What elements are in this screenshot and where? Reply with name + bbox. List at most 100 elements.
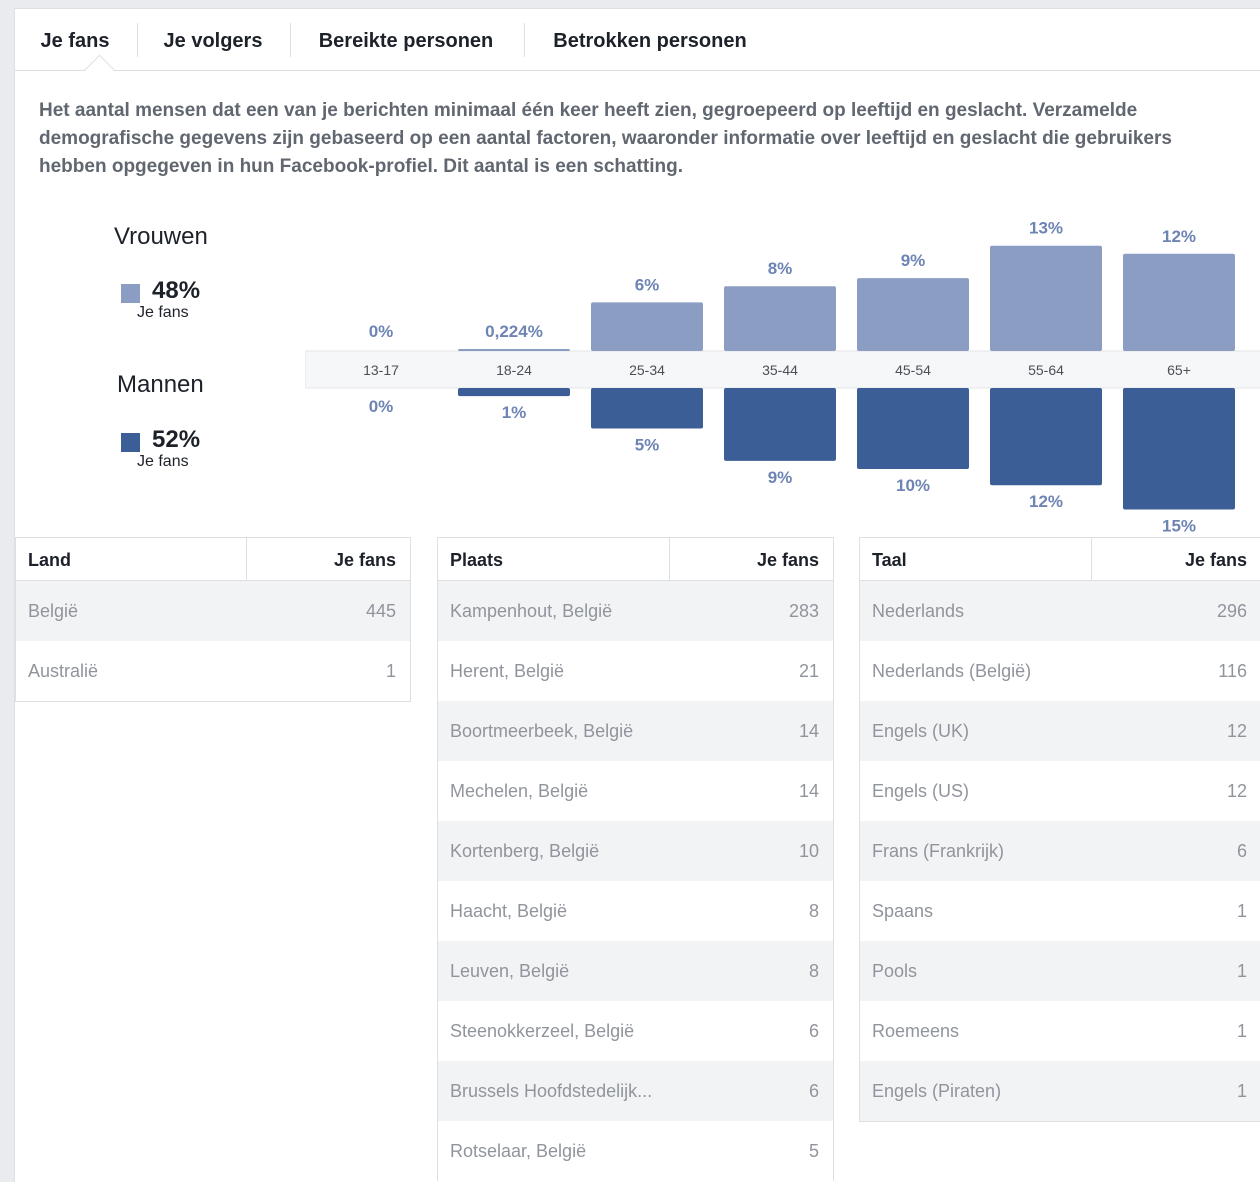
data-label-men: 1%: [502, 403, 527, 422]
tab-betrokken-personen[interactable]: Betrokken personen: [535, 9, 765, 70]
table-row[interactable]: Engels (Piraten) 1: [860, 1061, 1260, 1121]
row-label: Australië: [28, 661, 99, 681]
row-label: Haacht, België: [450, 901, 568, 921]
table-row[interactable]: Spaans 1: [860, 881, 1260, 941]
data-label-women: 13%: [1029, 219, 1063, 238]
row-value: 1: [1236, 901, 1247, 921]
table-row[interactable]: Frans (Frankrijk) 6: [860, 821, 1260, 881]
demographics-panel: Je fans Je volgers Bereikte personen Bet…: [14, 8, 1260, 1182]
table-row[interactable]: Australië 1: [16, 641, 410, 701]
row-label: Brussels Hoofdstedelijk...: [450, 1081, 653, 1101]
row-value: 14: [798, 781, 819, 801]
data-label-women: 9%: [901, 251, 926, 270]
row-value: 116: [1218, 661, 1247, 681]
table-row[interactable]: Boortmeerbeek, België 14: [438, 701, 833, 761]
row-label: Nederlands: [872, 601, 965, 621]
table-header: Plaats Je fans: [438, 537, 833, 581]
bar-men: [1123, 388, 1235, 510]
table-row[interactable]: Leuven, België 8: [438, 941, 833, 1001]
table-row[interactable]: Kampenhout, België 283: [438, 581, 833, 641]
table-header: Taal Je fans: [860, 537, 1260, 581]
tick-label: 35-44: [762, 362, 798, 378]
row-label: Leuven, België: [450, 961, 570, 981]
row-value: 12: [1226, 781, 1247, 801]
age-gender-bar-chart: 0% 0% 13-17 0,224% 1% 18-24 6% 5% 25-34 8% 9% 35-44…: [305, 219, 1260, 536]
tab-divider: [137, 23, 138, 57]
data-label-men: 0%: [369, 397, 394, 416]
row-value: 6: [808, 1021, 819, 1041]
table-row[interactable]: Kortenberg, België 10: [438, 821, 833, 881]
column-header-je-fans[interactable]: Je fans: [757, 538, 819, 581]
column-header-je-fans[interactable]: Je fans: [334, 538, 396, 581]
row-label: Pools: [872, 961, 918, 981]
row-value: 283: [788, 601, 819, 621]
column-header-taal[interactable]: Taal: [872, 538, 907, 581]
bar-men: [990, 388, 1102, 486]
table-row[interactable]: België 445: [16, 581, 410, 641]
column-header-land[interactable]: Land: [28, 538, 71, 581]
bar-men: [591, 388, 703, 429]
legend-men-sub: Je fans: [137, 453, 189, 470]
tab-bereikte-personen[interactable]: Bereikte personen: [301, 9, 511, 70]
bar-women: [1123, 253, 1235, 351]
legend-women-pct: 48%: [152, 277, 201, 304]
row-label: Roemeens: [872, 1021, 960, 1041]
table-row[interactable]: Brussels Hoofdstedelijk... 6: [438, 1061, 833, 1121]
row-label: Frans (Frankrijk): [872, 841, 1005, 861]
table-body: Nederlands 296 Nederlands (België) 116 Engel…: [860, 581, 1260, 1121]
tick-label: 25-34: [629, 362, 665, 378]
table-row[interactable]: Engels (US) 12: [860, 761, 1260, 821]
table-body: België 445 Australië 1: [16, 581, 410, 701]
row-label: Engels (UK): [872, 721, 970, 741]
table-row[interactable]: Nederlands 296: [860, 581, 1260, 641]
row-value: 8: [808, 901, 819, 921]
tab-bar: Je fans Je volgers Bereikte personen Bet…: [15, 9, 1260, 85]
table-row[interactable]: Roemeens 1: [860, 1001, 1260, 1061]
bar-women: [458, 349, 570, 351]
tab-je-volgers[interactable]: Je volgers: [147, 9, 279, 70]
tick-label: 65+: [1167, 362, 1191, 378]
data-label-women: 0,224%: [485, 322, 543, 341]
taal-table: Taal Je fans Nederlands 296 Nederlands (Be…: [859, 537, 1260, 1122]
table-row[interactable]: Steenokkerzeel, België 6: [438, 1001, 833, 1061]
tab-je-fans[interactable]: Je fans: [29, 9, 121, 70]
table-row[interactable]: Pools 1: [860, 941, 1260, 1001]
data-label-men: 12%: [1029, 492, 1063, 511]
bar-women: [724, 286, 836, 351]
chart-description: Het aantal mensen dat een van je bericht…: [39, 100, 1172, 177]
row-value: 1: [1236, 961, 1247, 981]
data-label-men: 15%: [1162, 517, 1196, 536]
column-divider: [1091, 538, 1092, 581]
data-label-men: 9%: [768, 468, 793, 487]
table-row[interactable]: Nederlands (België) 116: [860, 641, 1260, 701]
row-value: 6: [808, 1081, 819, 1101]
table-row[interactable]: Rotselaar, België 5: [438, 1121, 833, 1181]
row-label: Herent, België: [450, 661, 565, 681]
row-label: Engels (Piraten): [872, 1081, 1002, 1101]
table-row[interactable]: Mechelen, België 14: [438, 761, 833, 821]
column-header-plaats[interactable]: Plaats: [450, 538, 503, 581]
row-value: 1: [1236, 1081, 1247, 1101]
row-value: 5: [808, 1141, 819, 1161]
data-label-women: 8%: [768, 259, 793, 278]
legend-men-title: Mannen: [117, 371, 204, 398]
table-row[interactable]: Herent, België 21: [438, 641, 833, 701]
legend-women-sub: Je fans: [137, 304, 189, 321]
table-row[interactable]: Haacht, België 8: [438, 881, 833, 941]
table-row[interactable]: Engels (UK) 12: [860, 701, 1260, 761]
row-label: Mechelen, België: [450, 781, 589, 801]
row-label: Nederlands (België): [872, 661, 1032, 681]
row-value: 21: [798, 661, 819, 681]
row-value: 14: [798, 721, 819, 741]
row-label: Kampenhout, België: [450, 601, 613, 621]
tick-label: 55-64: [1028, 362, 1064, 378]
legend-men-pct: 52%: [152, 426, 201, 453]
row-value: 1: [1236, 1021, 1247, 1041]
legend-men-swatch: [121, 433, 140, 452]
bar-men: [724, 388, 836, 461]
bar-men: [458, 388, 570, 397]
column-header-je-fans[interactable]: Je fans: [1185, 538, 1247, 581]
row-value: 445: [365, 601, 396, 621]
row-value: 296: [1216, 601, 1247, 621]
tick-label: 18-24: [496, 362, 532, 378]
